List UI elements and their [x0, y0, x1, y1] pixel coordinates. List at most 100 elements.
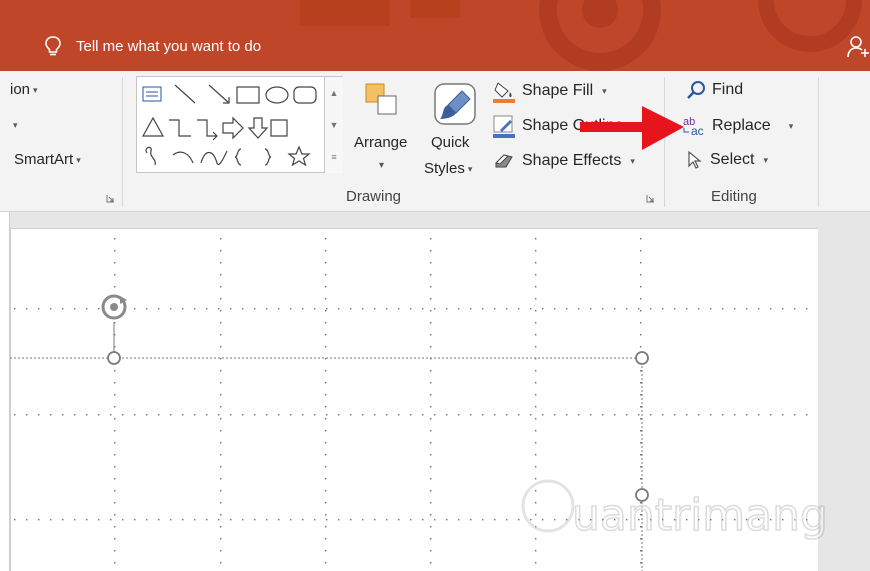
grid-dot	[554, 414, 556, 416]
gallery-scroll-down[interactable]: ▼	[324, 109, 343, 141]
grid-dot	[650, 308, 652, 310]
grid-dot	[422, 414, 424, 416]
grid-dot	[182, 308, 184, 310]
grid-dot	[535, 502, 537, 504]
grid-dot	[530, 414, 532, 416]
quick-styles-label-2: Styles ▾	[424, 160, 473, 177]
grid-dot	[698, 414, 700, 416]
gallery-scroll-up[interactable]: ▲	[324, 77, 343, 109]
grid-dot	[794, 414, 796, 416]
grid-dot	[590, 414, 592, 416]
paragraph-dialog-launcher-icon[interactable]	[106, 194, 115, 203]
grid-dot	[430, 334, 432, 336]
grid-dot	[374, 414, 376, 416]
grid-dot	[50, 414, 52, 416]
select-button[interactable]: Select ▾	[686, 150, 768, 170]
grid-dot	[430, 550, 432, 552]
resize-handle-top-right[interactable]	[635, 351, 649, 365]
grid-dot	[535, 466, 537, 468]
tell-me-box[interactable]: Tell me what you want to do	[44, 34, 261, 58]
grid-dot	[62, 519, 64, 521]
grid-dot	[640, 430, 642, 432]
grid-dot	[710, 308, 712, 310]
grid-dot	[220, 442, 222, 444]
grid-dot	[362, 308, 364, 310]
share-person-icon[interactable]	[846, 34, 870, 58]
grid-dot	[338, 519, 340, 521]
lightbulb-icon	[45, 36, 61, 56]
grid-dot	[114, 490, 116, 492]
grid-dot	[98, 519, 100, 521]
grid-dot	[114, 394, 116, 396]
grid-dot	[566, 308, 568, 310]
watermark-logo-icon	[521, 479, 575, 533]
grid-dot	[325, 502, 327, 504]
grid-dot	[386, 414, 388, 416]
grid-dot	[242, 519, 244, 521]
grid-dot	[220, 430, 222, 432]
grid-dot	[470, 414, 472, 416]
replace-button[interactable]: ab ac Replace ▾	[682, 115, 793, 137]
grid-dot	[638, 308, 640, 310]
grid-dot	[325, 394, 327, 396]
grid-dot	[422, 519, 424, 521]
quick-styles-label-1: Quick	[431, 134, 470, 151]
grid-dot	[640, 550, 642, 552]
grid-dot	[206, 414, 208, 416]
grid-dot	[430, 382, 432, 384]
grid-dot	[220, 358, 222, 360]
grid-dot	[146, 308, 148, 310]
grid-dot	[220, 262, 222, 264]
grid-dot	[38, 414, 40, 416]
grid-dot	[14, 308, 16, 310]
layout-dropdown-partial[interactable]: ion ▾	[10, 81, 38, 99]
grid-dot	[170, 414, 172, 416]
shapes-gallery[interactable]: ▲ ▼ ≡	[136, 76, 343, 173]
grid-dot	[430, 478, 432, 480]
grid-dot	[434, 414, 436, 416]
grid-dot	[254, 414, 256, 416]
grid-dot	[535, 406, 537, 408]
grid-dot	[494, 519, 496, 521]
convert-to-smartart-button[interactable]: SmartArt ▾	[14, 151, 81, 169]
grid-dot	[640, 310, 642, 312]
grid-dot	[122, 414, 124, 416]
grid-dot	[640, 418, 642, 420]
grid-dot	[362, 414, 364, 416]
grid-dot	[158, 519, 160, 521]
grid-dot	[614, 414, 616, 416]
grid-dot	[325, 286, 327, 288]
grid-dot	[220, 274, 222, 276]
reset-dropdown-partial[interactable]: ▾	[10, 116, 18, 134]
grid-dot	[590, 308, 592, 310]
quick-styles-button[interactable]: Quick Styles ▾	[424, 75, 488, 185]
grid-dot	[535, 562, 537, 564]
grid-dot	[535, 394, 537, 396]
grid-dot	[338, 414, 340, 416]
gallery-more[interactable]: ≡	[324, 141, 343, 173]
grid-dot	[302, 519, 304, 521]
grid-dot	[430, 454, 432, 456]
grid-dot	[220, 346, 222, 348]
grid-dot	[114, 514, 116, 516]
grid-dot	[325, 490, 327, 492]
grid-dot	[230, 308, 232, 310]
rotate-handle-icon[interactable]	[101, 294, 127, 320]
arrange-button[interactable]: Arrange ▾	[348, 75, 420, 185]
grid-dot	[325, 262, 327, 264]
grid-dot	[114, 406, 116, 408]
grid-dot	[470, 308, 472, 310]
find-button[interactable]: Find	[686, 80, 743, 100]
grid-dot	[806, 414, 808, 416]
grid-dot	[114, 454, 116, 456]
grid-dot	[325, 562, 327, 564]
grid-dot	[410, 519, 412, 521]
resize-handle-top-left[interactable]	[107, 351, 121, 365]
drawing-dialog-launcher-icon[interactable]	[646, 194, 655, 203]
grid-dot	[230, 414, 232, 416]
grid-dot	[114, 250, 116, 252]
grid-dot	[194, 519, 196, 521]
grid-dot	[14, 519, 16, 521]
grid-dot	[220, 490, 222, 492]
grid-dot	[535, 250, 537, 252]
